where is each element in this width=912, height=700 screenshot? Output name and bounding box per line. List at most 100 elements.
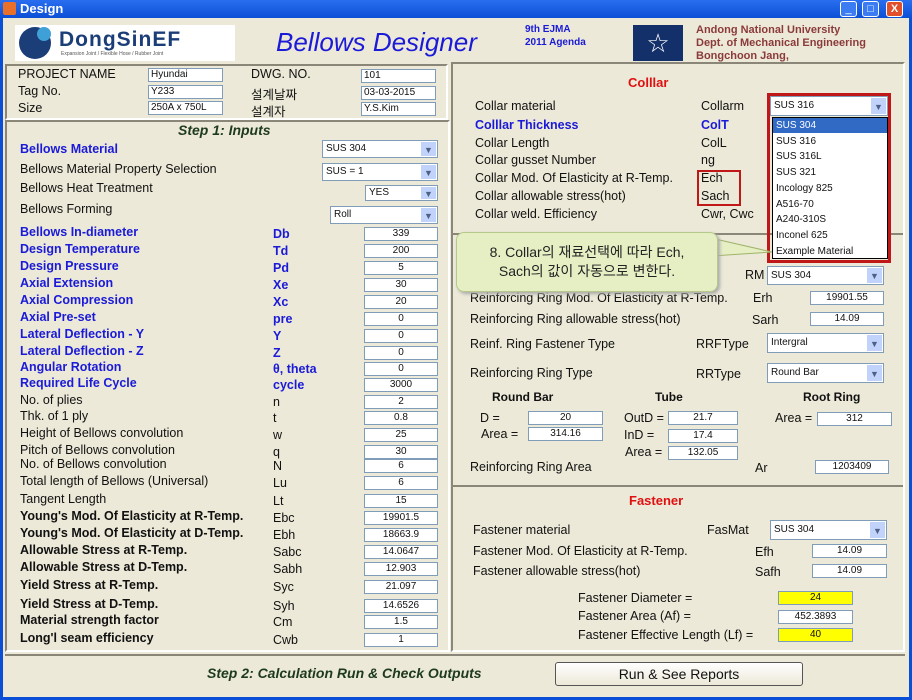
ring-type-label: Reinforcing Ring Type — [470, 366, 593, 380]
collar-option[interactable]: Inconel 625 — [773, 228, 887, 243]
input-row-field[interactable]: 3000 — [364, 378, 438, 392]
chevron-down-icon[interactable]: ▼ — [870, 522, 885, 538]
chevron-down-icon[interactable]: ▼ — [867, 268, 882, 283]
collar-material-select[interactable]: SUS 316 ▼ — [770, 96, 888, 116]
input-row-label: No. of plies — [20, 393, 83, 407]
input-row-field[interactable]: 30 — [364, 278, 438, 292]
input-row-label: Lateral Deflection - Z — [20, 344, 144, 358]
app-title: Bellows Designer — [276, 27, 477, 57]
diameter-input[interactable]: 24 — [778, 591, 853, 605]
fasmat-symbol: FasMat — [707, 523, 749, 537]
ring-type-select[interactable]: Round Bar ▼ — [767, 363, 884, 383]
sarh-input[interactable]: 14.09 — [810, 312, 884, 326]
logo-tagline: Expansion Joint / Flexible Hose / Rubber… — [61, 51, 164, 57]
input-row-field[interactable]: 21.097 — [364, 580, 438, 594]
ind-input[interactable]: 17.4 — [668, 429, 738, 443]
chevron-down-icon[interactable]: ▼ — [871, 98, 886, 114]
af-input[interactable]: 452.3893 — [778, 610, 853, 624]
project-name-input[interactable]: Hyundai — [148, 68, 223, 82]
input-row-field[interactable]: 1.5 — [364, 615, 438, 629]
input-row-symbol: Ebc — [273, 511, 295, 525]
collar-option[interactable]: SUS 316 — [773, 134, 887, 149]
input-row-field[interactable]: 0.8 — [364, 411, 438, 425]
input-row-symbol: Sabh — [273, 562, 303, 576]
collar-option[interactable]: Example Material — [773, 244, 887, 259]
collar-option[interactable]: SUS 304 — [773, 118, 887, 133]
minimize-button[interactable]: _ — [840, 1, 857, 17]
input-row-label: Young's Mod. Of Elasticity at D-Temp. — [20, 526, 244, 540]
dwg-label: DWG. NO. — [251, 67, 311, 81]
ring-material-select[interactable]: SUS 304 ▼ — [767, 266, 884, 285]
input-row-symbol: Z — [273, 346, 281, 360]
collar-option[interactable]: A516-70 — [773, 197, 887, 212]
date-input[interactable]: 03-03-2015 — [361, 86, 436, 100]
input-row-symbol: Pd — [273, 261, 289, 275]
fastener-material-select[interactable]: SUS 304 ▼ — [770, 520, 887, 540]
input-row-field[interactable]: 19901.5 — [364, 511, 438, 525]
input-row-field[interactable]: 18663.9 — [364, 528, 438, 542]
input-row-field[interactable]: 200 — [364, 244, 438, 258]
input-row-field[interactable]: 1 — [364, 633, 438, 647]
input-row-field[interactable]: 6 — [364, 476, 438, 490]
chevron-down-icon[interactable]: ▼ — [421, 142, 436, 156]
input-row-field[interactable]: 0 — [364, 346, 438, 360]
safh-symbol: Safh — [755, 565, 781, 579]
input-row-field[interactable]: 339 — [364, 227, 438, 241]
step1-select[interactable]: Roll ▼ — [330, 206, 438, 224]
input-row-symbol: q — [273, 445, 280, 459]
erh-input[interactable]: 19901.55 — [810, 291, 884, 305]
collar-option[interactable]: A240-310S — [773, 212, 887, 227]
input-row-field[interactable]: 6 — [364, 459, 438, 473]
run-reports-button[interactable]: Run & See Reports — [555, 662, 803, 686]
maximize-button[interactable]: □ — [862, 1, 879, 17]
root-area-input[interactable]: 312 — [817, 412, 892, 426]
input-row-symbol: Ebh — [273, 528, 296, 542]
efh-input[interactable]: 14.09 — [812, 544, 887, 558]
ar-input[interactable]: 1203409 — [815, 460, 889, 474]
input-row-symbol: Db — [273, 227, 290, 241]
input-row-symbol: Syh — [273, 599, 295, 613]
chevron-down-icon[interactable]: ▼ — [867, 365, 882, 381]
input-row-field[interactable]: 30 — [364, 445, 438, 459]
input-row-field[interactable]: 15 — [364, 494, 438, 508]
d-input[interactable]: 20 — [528, 411, 603, 425]
close-button[interactable]: X — [886, 1, 903, 17]
step1-select[interactable]: YES ▼ — [365, 185, 438, 201]
safh-input[interactable]: 14.09 — [812, 564, 887, 578]
size-input[interactable]: 250A x 750L — [148, 101, 223, 115]
tag-input[interactable]: Y233 — [148, 85, 223, 99]
input-row-field[interactable]: 5 — [364, 261, 438, 275]
chevron-down-icon[interactable]: ▼ — [421, 208, 436, 222]
input-row-field[interactable]: 25 — [364, 428, 438, 442]
logo-dot-icon — [37, 27, 51, 41]
fastener-type-select[interactable]: Intergral ▼ — [767, 333, 884, 353]
dwg-input[interactable]: 101 — [361, 69, 436, 83]
input-row-field[interactable]: 0 — [364, 312, 438, 326]
input-row-field[interactable]: 2 — [364, 395, 438, 409]
step1-select[interactable]: SUS 304 ▼ — [322, 140, 438, 158]
input-row-field[interactable]: 0 — [364, 362, 438, 376]
collar-option[interactable]: SUS 316L — [773, 149, 887, 164]
input-row-field[interactable]: 14.0647 — [364, 545, 438, 559]
input-row-field[interactable]: 12.903 — [364, 562, 438, 576]
input-row-symbol: cycle — [273, 378, 305, 392]
designer-label: 설계자 — [251, 105, 286, 119]
outd-input[interactable]: 21.7 — [668, 411, 738, 425]
collar-option[interactable]: Incology 825 — [773, 181, 887, 196]
round-bar-area-input[interactable]: 314.16 — [528, 427, 603, 441]
collar-row-label: Collar material — [475, 99, 556, 113]
lf-input[interactable]: 40 — [778, 628, 853, 642]
chevron-down-icon[interactable]: ▼ — [421, 187, 436, 199]
input-row-field[interactable]: 0 — [364, 329, 438, 343]
chevron-down-icon[interactable]: ▼ — [421, 165, 436, 179]
designer-input[interactable]: Y.S.Kim — [361, 102, 436, 116]
step1-select[interactable]: SUS = 1 ▼ — [322, 163, 438, 181]
input-row-field[interactable]: 20 — [364, 295, 438, 309]
step1-title: Step 1: Inputs — [178, 122, 271, 138]
chevron-down-icon[interactable]: ▼ — [867, 335, 882, 351]
collar-option[interactable]: SUS 321 — [773, 165, 887, 180]
input-row-field[interactable]: 14.6526 — [364, 599, 438, 613]
input-row-label: No. of Bellows convolution — [20, 457, 167, 471]
select-value: SUS 304 — [326, 143, 367, 154]
tube-area-input[interactable]: 132.05 — [668, 446, 738, 460]
